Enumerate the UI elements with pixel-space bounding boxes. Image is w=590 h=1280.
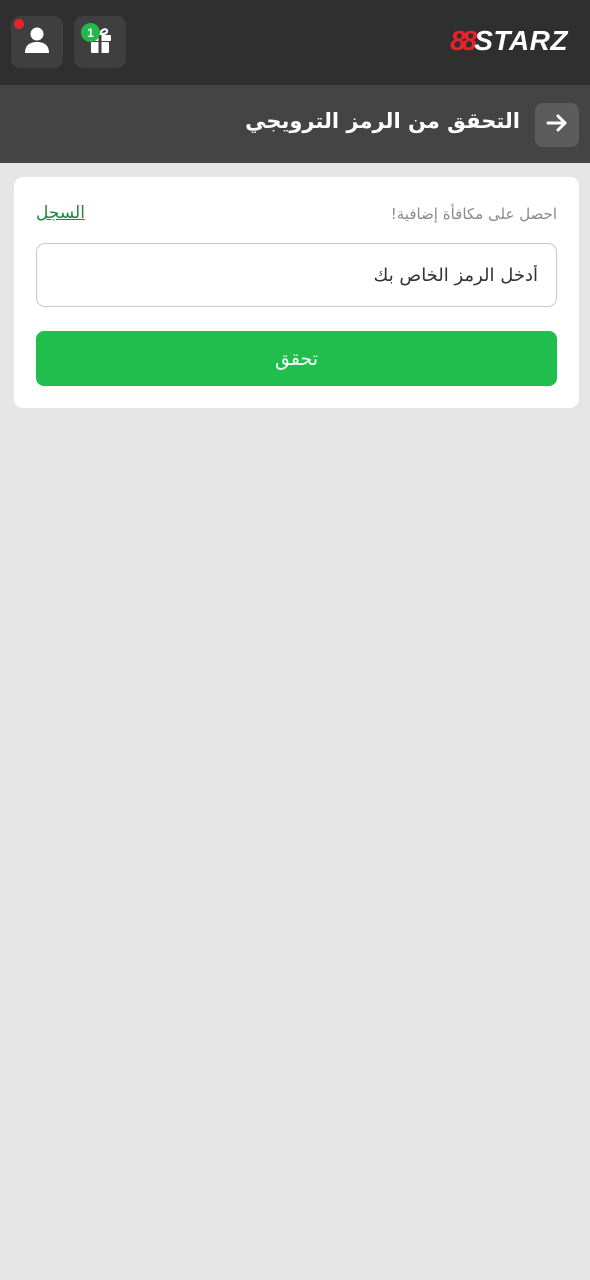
promo-code-input[interactable]	[36, 243, 557, 307]
gift-button[interactable]: 1	[74, 16, 126, 68]
logo-text: STARZ	[474, 25, 568, 56]
arrow-right-icon	[546, 113, 568, 137]
back-button[interactable]	[535, 103, 579, 147]
promo-code-card: احصل على مكافأة إضافية! السجل تحقق	[14, 177, 579, 408]
notification-dot	[14, 19, 24, 29]
brand-logo[interactable]: 88 STARZ	[450, 25, 568, 57]
history-link[interactable]: السجل	[36, 203, 85, 223]
bonus-hint: احصل على مكافأة إضافية!	[390, 205, 557, 223]
profile-button[interactable]	[11, 16, 63, 68]
page-title: التحقق من الرمز الترويجي	[245, 109, 520, 133]
logo-mark: 88	[450, 25, 477, 56]
top-bar: 1 88 STARZ	[0, 0, 590, 85]
gift-count-badge: 1	[81, 23, 100, 42]
verify-button[interactable]: تحقق	[36, 331, 557, 386]
user-icon	[24, 26, 50, 58]
page-header: التحقق من الرمز الترويجي	[0, 85, 590, 163]
